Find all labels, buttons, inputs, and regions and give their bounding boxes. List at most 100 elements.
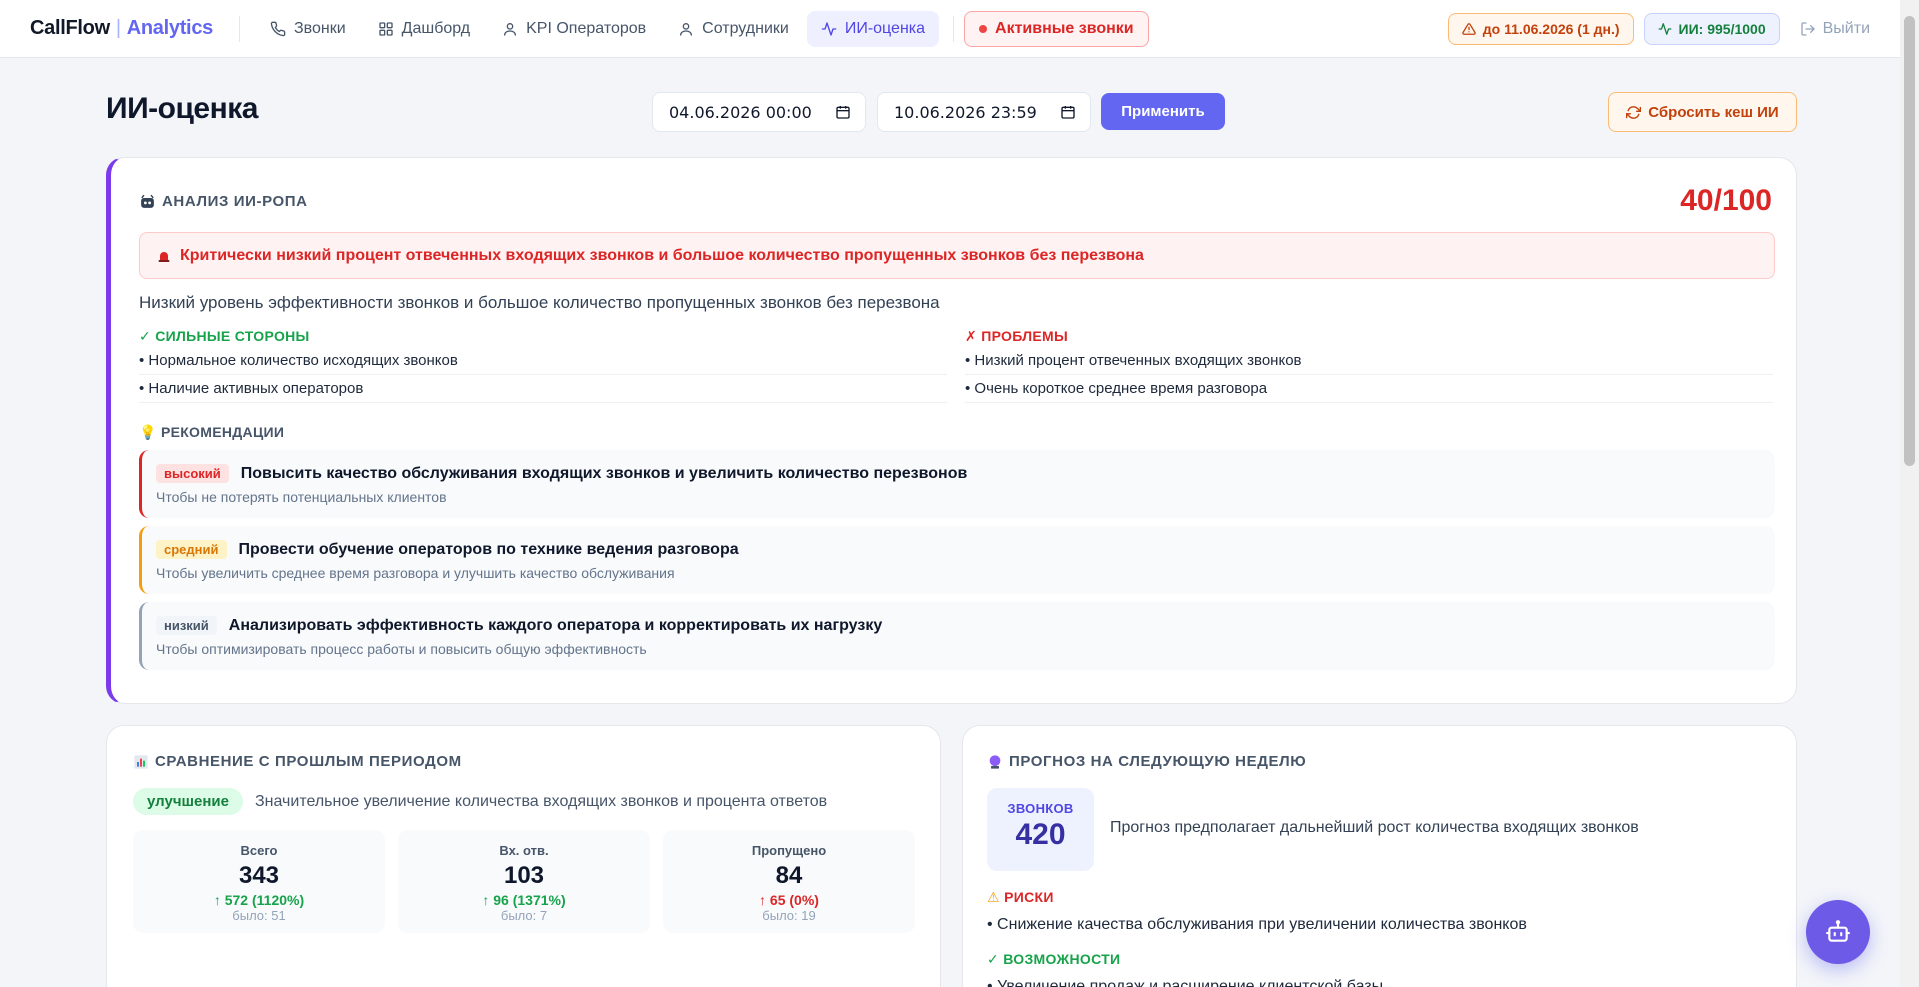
arrow-up-icon: ↑ xyxy=(482,892,494,908)
recommendation-title: Анализировать эффективность каждого опер… xyxy=(228,616,883,634)
nav-item-label: Звонки xyxy=(293,19,346,37)
logout-icon xyxy=(1800,21,1815,36)
calendar-icon[interactable] xyxy=(1060,104,1076,120)
stat-inbound-answered: Вх. отв. 103 ↑ 96 (1371%) было: 7 xyxy=(398,830,650,933)
nav-item-kpi[interactable]: KPI Операторов xyxy=(488,11,660,47)
nav-item-label: KPI Операторов xyxy=(526,19,647,37)
forecast-heading: ПРОГНОЗ НА СЛЕДУЮЩУЮ НЕДЕЛЮ xyxy=(987,753,1306,770)
ai-assistant-button[interactable] xyxy=(1806,900,1870,964)
warning-icon xyxy=(1462,22,1476,35)
forecast-calls-label: ЗВОНКОВ xyxy=(1007,801,1074,816)
siren-icon xyxy=(158,251,170,262)
warning-icon: ⚠ xyxy=(987,889,1000,905)
recommendation-reason: Чтобы не потерять потенциальных клиентов xyxy=(156,489,447,505)
check-icon: ✓ xyxy=(987,951,1000,967)
opportunities-heading: ✓ ВОЗМОЖНОСТИ xyxy=(987,951,1120,968)
stat-delta: ↑ 96 (1371%) xyxy=(398,892,650,908)
stat-total: Всего 343 ↑ 572 (1120%) было: 51 xyxy=(133,830,385,933)
analysis-heading-label: АНАЛИЗ ИИ-РОПА xyxy=(162,193,308,210)
reset-ai-cache-button[interactable]: Сбросить кеш ИИ xyxy=(1608,92,1797,132)
scrollbar-thumb[interactable] xyxy=(1904,16,1915,466)
subscription-label: до 11.06.2026 (1 дн.) xyxy=(1482,20,1620,37)
logout-button[interactable]: Выйти xyxy=(1800,20,1870,38)
brand-main: CallFlow xyxy=(30,17,110,39)
cross-icon: ✗ xyxy=(965,328,978,344)
nav-item-employees[interactable]: Сотрудники xyxy=(664,11,803,47)
comparison-description: Значительное увеличение количества входя… xyxy=(255,792,828,810)
bar-chart-icon xyxy=(134,754,148,769)
comparison-status: улучшение Значительное увеличение количе… xyxy=(133,788,827,815)
priority-badge: высокий xyxy=(156,464,229,483)
apply-button[interactable]: Применить xyxy=(1101,93,1225,130)
problems-heading-label: ПРОБЛЕМЫ xyxy=(981,328,1068,344)
stat-previous: было: 19 xyxy=(762,908,816,923)
active-calls-label: Активные звонки xyxy=(995,19,1134,37)
problems-heading: ✗ ПРОБЛЕМЫ xyxy=(965,328,1068,345)
ai-quota-badge[interactable]: ИИ: 995/1000 xyxy=(1643,12,1780,45)
comparison-heading-label: СРАВНЕНИЕ С ПРОШЛЫМ ПЕРИОДОМ xyxy=(155,753,462,770)
date-from-value: 04.06.2026 00:00 xyxy=(669,102,812,122)
stat-value: 84 xyxy=(775,862,803,889)
analysis-summary: Низкий уровень эффективности звонков и б… xyxy=(139,293,940,312)
user-icon xyxy=(680,22,693,36)
alert-text: Критически низкий процент отвеченных вхо… xyxy=(180,246,1144,264)
risks-heading: ⚠ РИСКИ xyxy=(987,889,1054,906)
stat-delta-value: 65 (0%) xyxy=(769,892,819,908)
priority-badge: низкий xyxy=(156,616,217,635)
priority-badge: средний xyxy=(156,540,227,559)
opportunity-item: • Увеличение продаж и расширение клиентс… xyxy=(987,978,1384,987)
strength-item: • Нормальное количество исходящих звонко… xyxy=(139,347,947,375)
robot-icon xyxy=(141,194,154,208)
nav-item-ai-score[interactable]: ИИ-оценка xyxy=(806,10,940,47)
crystal-ball-icon xyxy=(989,754,1001,769)
date-to-value: 10.06.2026 23:59 xyxy=(894,102,1037,122)
date-to-input[interactable]: 10.06.2026 23:59 xyxy=(877,92,1091,132)
recommendation-title: Провести обучение операторов по технике … xyxy=(238,540,739,558)
top-nav: CallFlow | Analytics Звонки Дашборд KPI … xyxy=(0,0,1900,58)
recommendation-item: средний Провести обучение операторов по … xyxy=(139,526,1775,594)
check-icon: ✓ xyxy=(139,328,152,344)
subscription-badge[interactable]: до 11.06.2026 (1 дн.) xyxy=(1447,12,1634,45)
date-from-input[interactable]: 04.06.2026 00:00 xyxy=(652,92,866,132)
ai-score: 40/100 xyxy=(1680,184,1772,217)
reset-label: Сбросить кеш ИИ xyxy=(1648,103,1779,121)
nav-divider xyxy=(238,15,240,42)
page-scrollbar[interactable] xyxy=(1900,0,1919,987)
brand-accent: Analytics xyxy=(126,17,214,39)
stat-label: Вх. отв. xyxy=(499,843,549,858)
comparison-card: СРАВНЕНИЕ С ПРОШЛЫМ ПЕРИОДОМ улучшение З… xyxy=(106,725,941,987)
problem-item: • Низкий процент отвеченных входящих зво… xyxy=(965,347,1773,375)
nav-divider xyxy=(953,15,955,42)
nav-item-calls[interactable]: Звонки xyxy=(256,11,360,47)
nav-item-label: Сотрудники xyxy=(702,19,789,37)
stat-previous: было: 7 xyxy=(500,908,548,923)
forecast-calls-box: ЗВОНКОВ 420 xyxy=(987,788,1094,871)
recommendation-item: высокий Повысить качество обслуживания в… xyxy=(139,450,1775,518)
activity-icon xyxy=(821,21,837,36)
stat-value: 103 xyxy=(503,862,545,889)
forecast-card: ПРОГНОЗ НА СЛЕДУЮЩУЮ НЕДЕЛЮ ЗВОНКОВ 420 … xyxy=(962,725,1797,987)
stat-missed: Пропущено 84 ↑ 65 (0%) было: 19 xyxy=(663,830,915,933)
forecast-heading-label: ПРОГНОЗ НА СЛЕДУЮЩУЮ НЕДЕЛЮ xyxy=(1009,753,1307,770)
stat-delta: ↑ 572 (1120%) xyxy=(133,892,385,908)
opportunities-heading-label: ВОЗМОЖНОСТИ xyxy=(1003,951,1121,967)
strengths-heading: ✓ СИЛЬНЫЕ СТОРОНЫ xyxy=(139,328,310,345)
calendar-icon[interactable] xyxy=(835,104,851,120)
live-dot-icon xyxy=(979,24,988,33)
recommendation-reason: Чтобы оптимизировать процесс работы и по… xyxy=(156,641,647,657)
trend-badge: улучшение xyxy=(133,788,243,815)
brand-logo[interactable]: CallFlow | Analytics xyxy=(30,17,213,40)
stat-delta: ↑ 65 (0%) xyxy=(663,892,915,908)
nav-item-dashboard[interactable]: Дашборд xyxy=(364,11,485,47)
robot-icon xyxy=(1826,920,1850,942)
forecast-description: Прогноз предполагает дальнейший рост кол… xyxy=(1110,819,1639,836)
active-calls-button[interactable]: Активные звонки xyxy=(964,10,1149,47)
ai-quota-label: ИИ: 995/1000 xyxy=(1678,20,1766,37)
strengths-heading-label: СИЛЬНЫЕ СТОРОНЫ xyxy=(155,328,310,344)
ai-analysis-card: АНАЛИЗ ИИ-РОПА 40/100 Критически низкий … xyxy=(106,157,1797,704)
analysis-heading: АНАЛИЗ ИИ-РОПА xyxy=(139,193,308,210)
comparison-heading: СРАВНЕНИЕ С ПРОШЛЫМ ПЕРИОДОМ xyxy=(133,753,462,770)
arrow-up-icon: ↑ xyxy=(759,892,770,908)
logout-label: Выйти xyxy=(1822,19,1870,37)
stat-delta-value: 96 (1371%) xyxy=(493,892,566,908)
